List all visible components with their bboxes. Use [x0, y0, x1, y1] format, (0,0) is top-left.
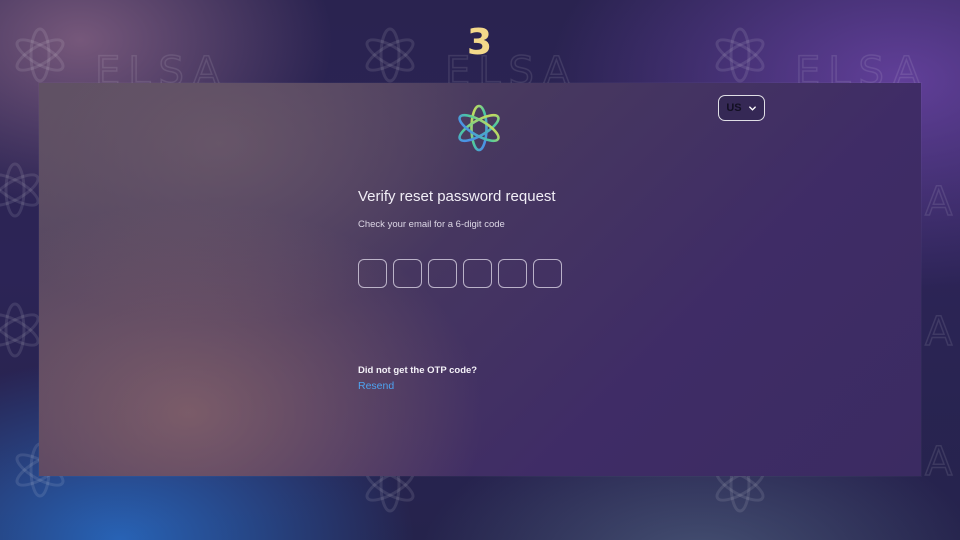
verify-card: US Verify reset password request Check y… [39, 83, 921, 476]
otp-input-group [358, 259, 562, 288]
otp-digit-6[interactable] [533, 259, 562, 288]
otp-digit-2[interactable] [393, 259, 422, 288]
watermark-text: A [925, 179, 960, 225]
language-select-value: US [726, 102, 742, 114]
otp-digit-5[interactable] [498, 259, 527, 288]
chevron-down-icon [748, 105, 756, 111]
page-title: Verify reset password request [358, 188, 556, 205]
resend-question: Did not get the OTP code? [358, 365, 478, 376]
otp-digit-4[interactable] [463, 259, 492, 288]
watermark-text: A [925, 309, 960, 355]
resend-link[interactable]: Resend [358, 380, 394, 392]
otp-digit-3[interactable] [428, 259, 457, 288]
page-subtitle: Check your email for a 6-digit code [358, 219, 505, 230]
step-number: 3 [466, 22, 494, 63]
otp-digit-1[interactable] [358, 259, 387, 288]
elsa-star-logo-icon [458, 104, 500, 152]
language-select[interactable]: US [718, 95, 765, 121]
watermark-text: A [925, 439, 960, 485]
